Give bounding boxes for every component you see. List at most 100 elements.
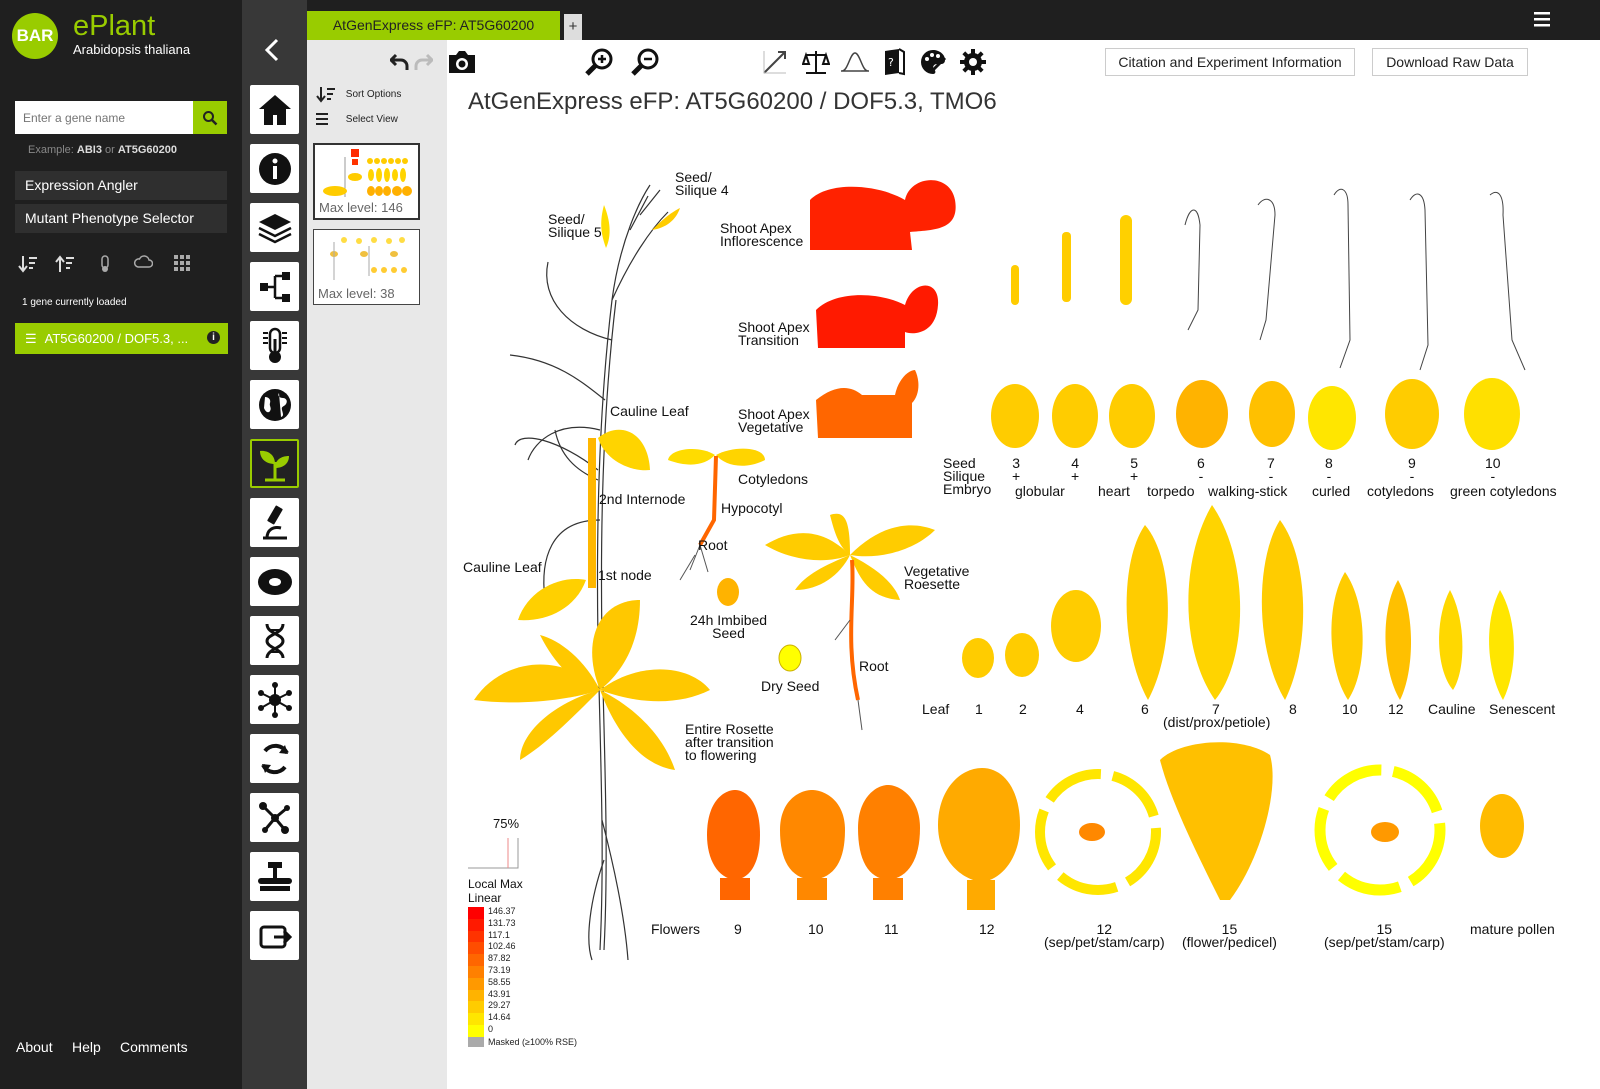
legend-swatch	[468, 1024, 484, 1037]
legend-swatch	[468, 907, 484, 919]
zoom-out-icon[interactable]	[628, 48, 662, 76]
grid-icon[interactable]	[172, 255, 192, 275]
bar-logo[interactable]: BAR	[12, 13, 58, 59]
embryo-num-7: 7 -	[1267, 455, 1275, 484]
label-root-seedling: Root	[698, 537, 728, 553]
embryo-num-10: 10 -	[1485, 455, 1501, 484]
embryo-stage-curled: curled	[1312, 483, 1351, 499]
legend-value: 117.1	[488, 929, 510, 940]
legend-swatch	[468, 1001, 484, 1014]
line-chart-icon[interactable]	[760, 48, 790, 76]
embryo-stage-torpedo: torpedo	[1147, 483, 1195, 499]
dna-icon[interactable]	[250, 616, 299, 665]
comments-link[interactable]: Comments	[120, 1039, 188, 1055]
loaded-gene-label: AT5G60200 / DOF5.3, ...	[44, 331, 189, 346]
loaded-gene-item[interactable]: ☰ AT5G60200 / DOF5.3, ... i	[15, 323, 228, 354]
molecule-icon[interactable]	[250, 793, 299, 842]
gene-search-input[interactable]	[15, 101, 193, 134]
example-gene-1[interactable]: ABI3	[77, 144, 102, 156]
label-dry-seed: Dry Seed	[761, 678, 820, 694]
compare-scale-icon[interactable]	[801, 48, 831, 76]
flower-num-9: 9	[734, 921, 742, 937]
legend-swatch	[468, 942, 484, 955]
legend-masked-label: Masked (≥100% RSE)	[488, 1037, 577, 1047]
view-thumbnail-2[interactable]: Max level: 38	[313, 229, 420, 305]
cycle-icon[interactable]	[250, 734, 299, 783]
collapse-icon[interactable]	[264, 38, 280, 67]
plant-icon[interactable]	[250, 439, 299, 488]
undo-icon[interactable]	[389, 48, 411, 76]
label-leaf: Leaf	[922, 701, 950, 717]
leaf-num-2: 2	[1019, 701, 1027, 717]
citation-button[interactable]: Citation and Experiment Information	[1105, 48, 1355, 76]
flower-num-12: 12	[979, 921, 995, 937]
legend-swatch	[468, 989, 484, 1002]
color-palette-icon[interactable]	[918, 48, 948, 76]
view-tab-active[interactable]: AtGenExpress eFP: AT5G60200	[307, 11, 560, 40]
sort-options-row[interactable]: Sort Options	[316, 86, 401, 103]
label-seed-silique-5: Seed/ Silique 5	[548, 211, 602, 240]
globe-icon[interactable]	[250, 380, 299, 429]
legend-value: 102.46	[488, 941, 516, 952]
tree-icon[interactable]	[250, 262, 299, 311]
about-link[interactable]: About	[16, 1039, 53, 1055]
example-gene-2[interactable]: AT5G60200	[118, 144, 177, 156]
sort-options-label: Sort Options	[345, 89, 402, 101]
embryo-num-8: 8 -	[1325, 455, 1333, 484]
cloud-icon[interactable]	[133, 255, 154, 275]
label-1st-node: 1st node	[598, 567, 652, 583]
flower-num-10: 10	[808, 921, 824, 937]
thermometer-small-icon[interactable]	[95, 255, 115, 275]
export-icon[interactable]	[250, 911, 299, 960]
label-cotyledons: Cotyledons	[738, 471, 809, 487]
zoom-in-icon[interactable]	[582, 48, 616, 76]
legend-mode-2: Linear	[468, 891, 502, 905]
mutant-phenotype-selector-button[interactable]: Mutant Phenotype Selector	[15, 204, 227, 233]
embryo-num-4: 4 +	[1071, 455, 1080, 484]
leaf-num-10: 10	[1342, 701, 1358, 717]
legend-swatch	[468, 977, 484, 990]
redo-icon[interactable]	[412, 48, 434, 76]
label-shoot-apex-inflorescence: Shoot Apex Inflorescence	[720, 220, 804, 249]
add-tab-button[interactable]: +	[564, 14, 582, 40]
download-raw-data-button[interactable]: Download Raw Data	[1372, 48, 1528, 76]
chromosome-icon[interactable]	[250, 852, 299, 901]
app-title: ePlant	[73, 10, 156, 42]
help-link[interactable]: Help	[72, 1039, 101, 1055]
expression-angler-button[interactable]: Expression Angler	[15, 171, 227, 200]
flower-15-parts: 15 (sep/pet/stam/carp)	[1324, 921, 1445, 950]
label-flowers: Flowers	[651, 921, 701, 937]
sort-descending-icon[interactable]	[18, 255, 38, 275]
camera-icon[interactable]	[445, 48, 479, 76]
hamburger-menu-icon[interactable]	[1534, 10, 1552, 28]
microscope-icon[interactable]	[250, 498, 299, 547]
label-shoot-apex-transition: Shoot Apex Transition	[738, 319, 810, 348]
search-button[interactable]	[193, 101, 227, 134]
select-view-icon	[316, 113, 328, 125]
drag-handle-icon[interactable]: ☰	[25, 323, 37, 354]
legend-book-icon[interactable]: ?	[880, 48, 908, 76]
gene-count: 1 gene currently loaded	[22, 297, 127, 308]
cell-icon[interactable]	[250, 557, 299, 606]
distribution-icon[interactable]	[840, 48, 870, 76]
network-icon[interactable]	[250, 675, 299, 724]
label-entire-rosette: Entire Rosette after transition to flowe…	[685, 721, 774, 763]
thermometer-icon[interactable]	[250, 321, 299, 370]
label-shoot-apex-vegetative: Shoot Apex Vegetative	[738, 406, 810, 435]
label-2nd-internode: 2nd Internode	[599, 491, 686, 507]
legend-swatch	[468, 918, 484, 931]
settings-gear-icon[interactable]	[958, 48, 988, 76]
embryo-num-3: 3 +	[1012, 455, 1021, 484]
home-icon[interactable]	[250, 85, 299, 134]
legend-values: 146.37 131.73 117.1 102.46 87.82 73.19 58.55 43…	[488, 906, 516, 1036]
select-view-row[interactable]: Select View	[316, 112, 398, 126]
info-icon[interactable]	[250, 144, 299, 193]
legend-mode-1: Local Max	[468, 877, 523, 891]
gene-info-icon[interactable]: i	[207, 331, 220, 344]
flower-num-11: 11	[884, 921, 899, 937]
legend-value: 14.64	[488, 1012, 511, 1023]
view-thumbnail-1[interactable]: Max level: 146	[313, 143, 420, 220]
layers-icon[interactable]	[250, 203, 299, 252]
sort-ascending-icon[interactable]	[55, 255, 75, 275]
legend-swatch	[468, 930, 484, 943]
